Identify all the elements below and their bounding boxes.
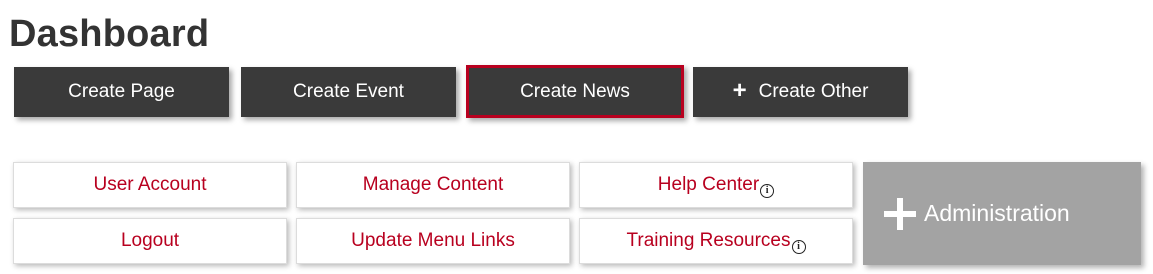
- training-resources-label: Training Resources: [626, 230, 791, 251]
- manage-content-label: Manage Content: [362, 174, 504, 195]
- administration-button[interactable]: Administration: [863, 162, 1141, 265]
- logout-link[interactable]: Logout: [13, 218, 287, 264]
- user-account-label: User Account: [93, 174, 207, 195]
- create-other-button[interactable]: + Create Other: [693, 67, 908, 117]
- create-news-button[interactable]: Create News: [466, 65, 684, 118]
- logout-label: Logout: [120, 230, 180, 251]
- help-center-label: Help Center: [657, 174, 760, 195]
- create-news-label: Create News: [520, 80, 630, 102]
- info-icon: i: [791, 240, 806, 254]
- info-icon: i: [760, 184, 775, 198]
- user-account-link[interactable]: User Account: [13, 162, 287, 208]
- create-other-label: Create Other: [758, 81, 869, 102]
- training-resources-link[interactable]: Training Resources i: [579, 218, 853, 264]
- create-page-button[interactable]: Create Page: [14, 67, 229, 117]
- update-menu-links-link[interactable]: Update Menu Links: [296, 218, 570, 264]
- page-title: Dashboard: [9, 13, 210, 55]
- create-page-label: Create Page: [68, 81, 175, 102]
- manage-content-link[interactable]: Manage Content: [296, 162, 570, 208]
- plus-icon: +: [732, 77, 747, 104]
- update-menu-links-label: Update Menu Links: [351, 230, 515, 251]
- dashboard-page: Dashboard Create Page Create Event Creat…: [0, 0, 1153, 274]
- create-event-label: Create Event: [293, 81, 404, 102]
- plus-icon: [884, 197, 916, 230]
- administration-label: Administration: [924, 200, 1070, 226]
- help-center-link[interactable]: Help Center i: [579, 162, 853, 208]
- create-event-button[interactable]: Create Event: [241, 67, 456, 117]
